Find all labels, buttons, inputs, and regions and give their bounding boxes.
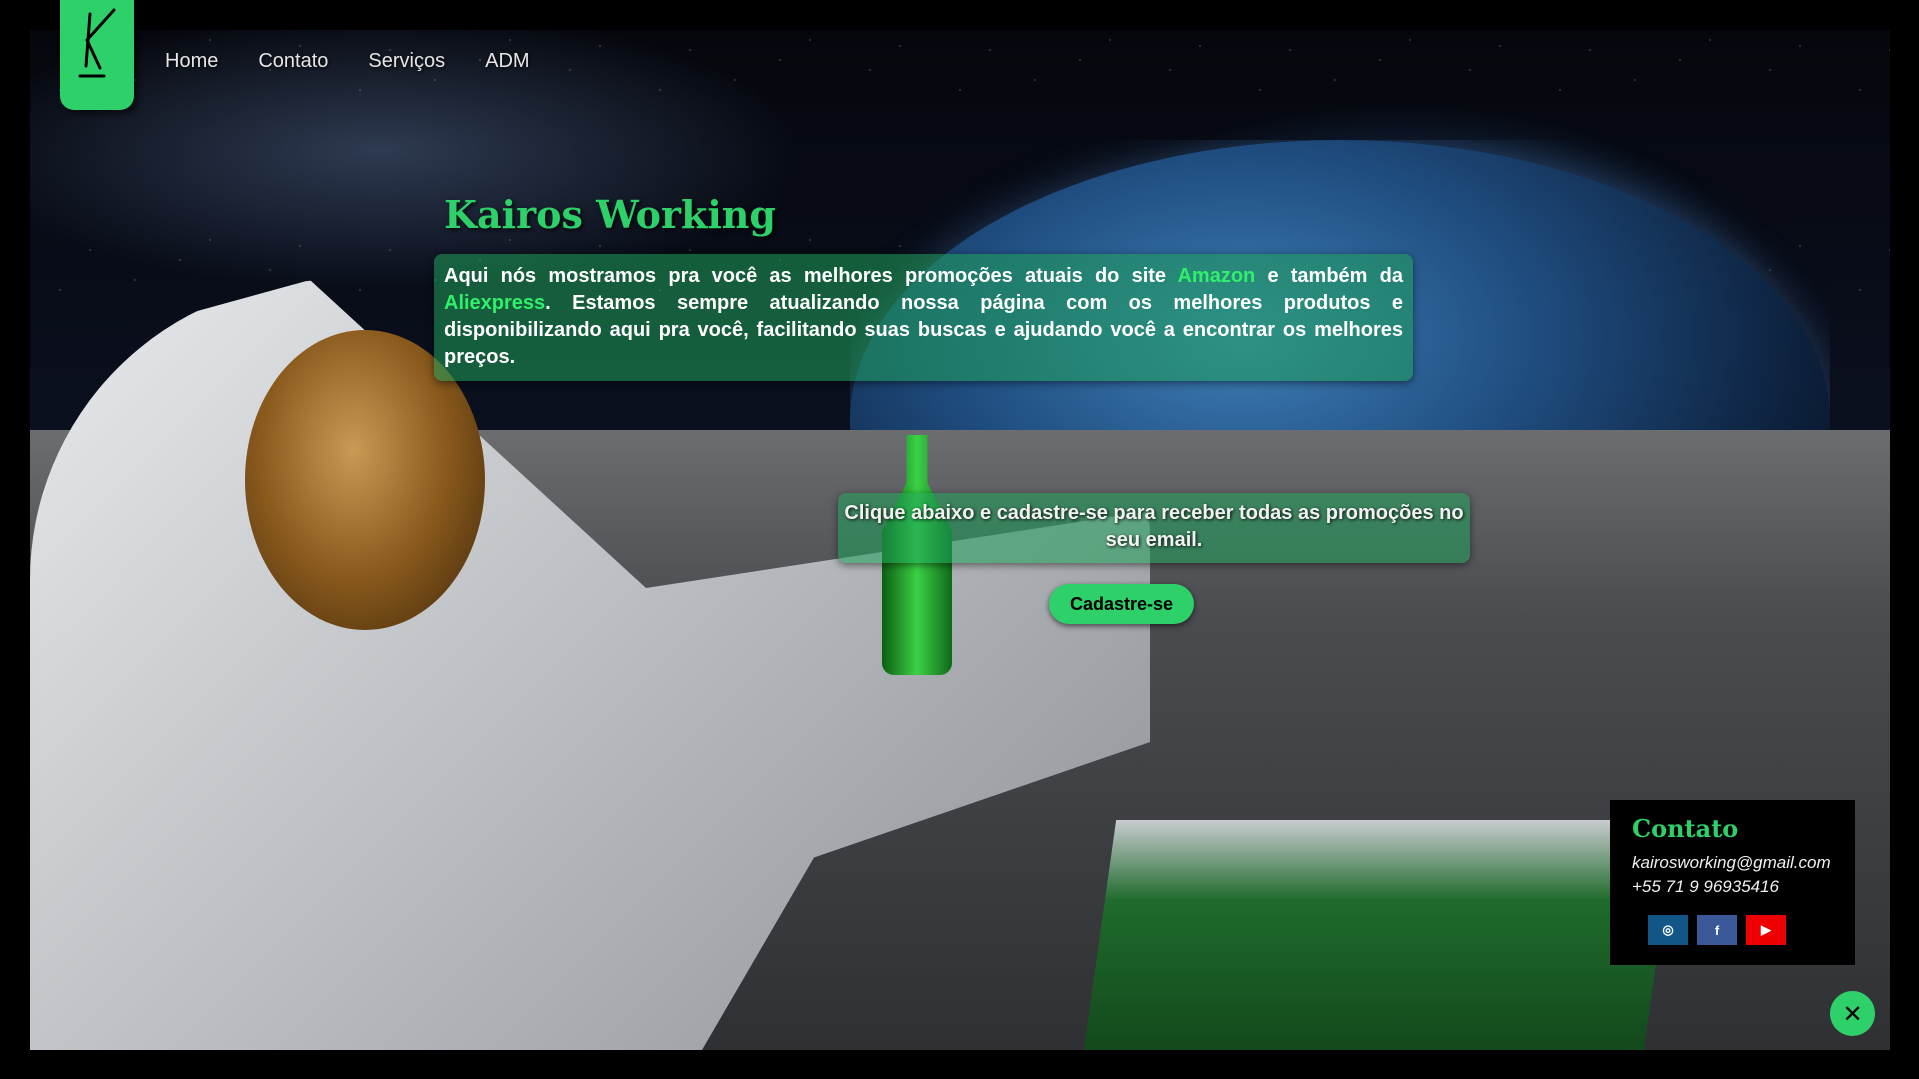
logo-k-icon <box>78 8 116 78</box>
signup-button[interactable]: Cadastre-se <box>1049 584 1194 624</box>
amazon-highlight: Amazon <box>1177 265 1256 287</box>
cooler-image <box>1083 820 1677 1050</box>
hero-text-part: Aqui nós mostramos pra você as melhores … <box>444 265 1178 287</box>
aliexpress-highlight: Aliexpress <box>444 292 546 314</box>
instagram-icon[interactable]: ◎ <box>1648 915 1688 945</box>
youtube-icon[interactable]: ▶ <box>1746 915 1786 945</box>
site-logo[interactable] <box>60 0 134 110</box>
page-title: Kairos Working <box>444 192 776 237</box>
hero-description: Aqui nós mostramos pra você as melhores … <box>434 254 1413 381</box>
nav-servicos-link[interactable]: Serviços <box>368 50 445 73</box>
nav-contato-link[interactable]: Contato <box>258 50 328 73</box>
social-links: ◎ f ▶ <box>1648 915 1786 945</box>
facebook-icon[interactable]: f <box>1697 915 1737 945</box>
nav-adm-link[interactable]: ADM <box>485 50 529 73</box>
hero-text-part: . Estamos sempre atualizando nossa págin… <box>444 292 1403 368</box>
hero-text-part: e também da <box>1255 265 1403 287</box>
nav-home-link[interactable]: Home <box>165 50 218 73</box>
contact-card: Contato kairosworking@gmail.com +55 71 9… <box>1610 800 1855 965</box>
contact-phone: +55 71 9 96935416 <box>1632 877 1780 896</box>
close-icon[interactable]: ✕ <box>1830 991 1875 1036</box>
contact-email: kairosworking@gmail.com <box>1632 853 1831 872</box>
promo-message: Clique abaixo e cadastre-se para receber… <box>838 493 1470 563</box>
contact-title: Contato <box>1632 814 1739 843</box>
main-nav: Home Contato Serviços ADM <box>165 50 530 73</box>
